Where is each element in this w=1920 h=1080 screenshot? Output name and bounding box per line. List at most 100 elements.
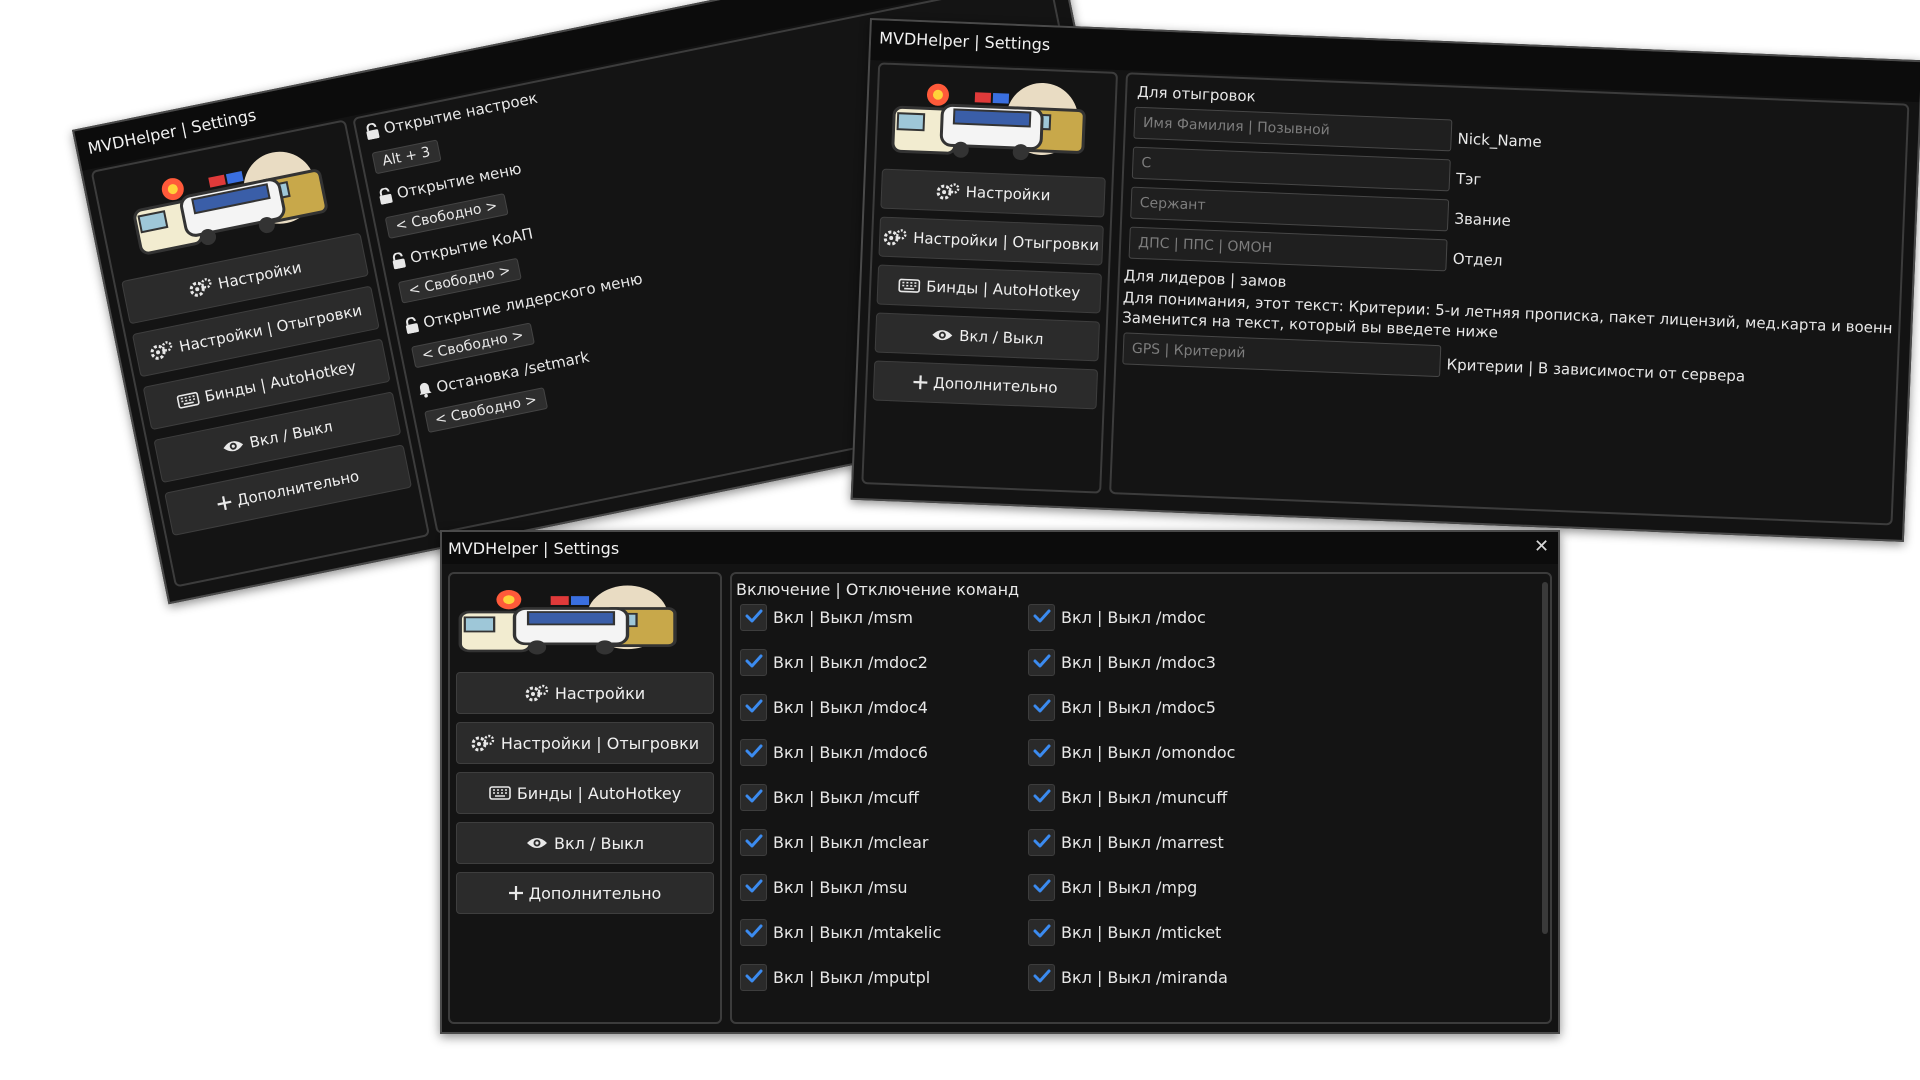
- command-label: Вкл | Выкл /msm: [773, 608, 913, 627]
- checkbox[interactable]: [1028, 649, 1055, 676]
- command-toggle[interactable]: Вкл | Выкл /mdoc2: [740, 649, 928, 676]
- nav-rp-settings-button[interactable]: Настройки | Отыгровки: [456, 722, 714, 764]
- check-icon: [1033, 608, 1051, 627]
- command-toggle[interactable]: Вкл | Выкл /mpg: [1028, 874, 1197, 901]
- nav-binds-label: Бинды | AutoHotkey: [203, 357, 358, 406]
- command-toggle[interactable]: Вкл | Выкл /msm: [740, 604, 913, 631]
- police-cars-logo: [458, 582, 684, 658]
- command-toggle[interactable]: Вкл | Выкл /mticket: [1028, 919, 1221, 946]
- window-title: MVDHelper | Settings: [448, 539, 620, 558]
- command-label: Вкл | Выкл /mdoc3: [1061, 653, 1216, 672]
- check-icon: [1033, 743, 1051, 762]
- leaders-section-title: Для лидеров | замов: [1123, 266, 1287, 291]
- command-toggle[interactable]: Вкл | Выкл /mdoc6: [740, 739, 928, 766]
- eye-icon: [526, 836, 548, 850]
- command-label: Вкл | Выкл /miranda: [1061, 968, 1228, 987]
- nav-extra-button[interactable]: Дополнительно: [872, 360, 1099, 410]
- settings-window-rp: MVDHelper | Settings ✕ Настройки Настрой…: [850, 18, 1920, 542]
- checkbox[interactable]: [1028, 694, 1055, 721]
- checkbox[interactable]: [740, 874, 767, 901]
- hotkey-button[interactable]: Alt + 3: [371, 139, 442, 175]
- checkbox[interactable]: [740, 829, 767, 856]
- checkbox[interactable]: [740, 784, 767, 811]
- checkbox[interactable]: [1028, 874, 1055, 901]
- criteria-input[interactable]: GPS | Критерий: [1122, 332, 1442, 378]
- command-toggle[interactable]: Вкл | Выкл /mclear: [740, 829, 928, 856]
- command-toggle[interactable]: Вкл | Выкл /marrest: [1028, 829, 1224, 856]
- nav-extra-label: Дополнительно: [235, 466, 361, 510]
- close-icon[interactable]: ✕: [1534, 536, 1549, 557]
- gears-icon: [471, 734, 495, 752]
- checkbox[interactable]: [740, 739, 767, 766]
- command-toggle[interactable]: Вкл | Выкл /mcuff: [740, 784, 919, 811]
- checkbox[interactable]: [1028, 604, 1055, 631]
- checkbox[interactable]: [740, 694, 767, 721]
- command-label: Вкл | Выкл /mdoc6: [773, 743, 928, 762]
- nav-extra-label: Дополнительно: [932, 373, 1058, 397]
- scrollbar[interactable]: [1542, 582, 1548, 934]
- nav-toggle-button[interactable]: Вкл / Выкл: [456, 822, 714, 864]
- rank-input[interactable]: Сержант: [1130, 186, 1450, 232]
- department-input[interactable]: ДПС | ППС | ОМОН: [1128, 226, 1448, 272]
- nav-binds-button[interactable]: Бинды | AutoHotkey: [456, 772, 714, 814]
- command-toggle[interactable]: Вкл | Выкл /mdoc4: [740, 694, 928, 721]
- command-toggle[interactable]: Вкл | Выкл /msu: [740, 874, 907, 901]
- nav-settings-label: Настройки: [965, 182, 1051, 205]
- check-icon: [745, 608, 763, 627]
- rank-label: Звание: [1454, 209, 1512, 230]
- checkbox[interactable]: [740, 919, 767, 946]
- nickname-input[interactable]: Имя Фамилия | Позывной: [1133, 106, 1453, 152]
- tag-label: Тэг: [1455, 169, 1482, 189]
- command-label: Вкл | Выкл /msu: [773, 878, 908, 897]
- nav-toggle-button[interactable]: Вкл / Выкл: [874, 312, 1101, 362]
- nav-binds-label: Бинды | AutoHotkey: [925, 277, 1081, 302]
- checkbox[interactable]: [740, 604, 767, 631]
- command-label: Вкл | Выкл /marrest: [1061, 833, 1224, 852]
- command-toggle[interactable]: Вкл | Выкл /mdoc: [1028, 604, 1206, 631]
- rp-settings-panel: Для отыгровок Имя Фамилия | Позывной Nic…: [1109, 72, 1910, 526]
- window-title: MVDHelper | Settings: [878, 28, 1051, 55]
- command-toggle[interactable]: Вкл | Выкл /mputpl: [740, 964, 930, 991]
- nav-extra-button[interactable]: Дополнительно: [456, 872, 714, 914]
- nav-settings-button[interactable]: Настройки: [880, 168, 1106, 218]
- check-icon: [1033, 698, 1051, 717]
- checkbox[interactable]: [740, 649, 767, 676]
- keyboard-icon: [898, 278, 921, 293]
- gears-icon: [883, 228, 908, 247]
- checkbox[interactable]: [1028, 919, 1055, 946]
- lock-icon: [364, 122, 381, 140]
- command-toggle[interactable]: Вкл | Выкл /miranda: [1028, 964, 1228, 991]
- check-icon: [1033, 833, 1051, 852]
- department-label: Отдел: [1452, 249, 1503, 270]
- command-label: Вкл | Выкл /mdoc5: [1061, 698, 1216, 717]
- check-icon: [745, 923, 763, 942]
- lock-icon: [377, 187, 394, 205]
- eye-icon: [931, 328, 954, 343]
- check-icon: [745, 698, 763, 717]
- check-icon: [1033, 968, 1051, 987]
- plus-icon: [913, 375, 928, 390]
- checkbox[interactable]: [1028, 829, 1055, 856]
- checkbox[interactable]: [1028, 739, 1055, 766]
- command-label: Вкл | Выкл /muncuff: [1061, 788, 1228, 807]
- command-toggle[interactable]: Вкл | Выкл /mtakelic: [740, 919, 941, 946]
- command-toggle[interactable]: Вкл | Выкл /muncuff: [1028, 784, 1227, 811]
- command-label: Вкл | Выкл /mputpl: [773, 968, 931, 987]
- keyboard-icon: [489, 786, 511, 800]
- checkbox[interactable]: [1028, 784, 1055, 811]
- checkbox[interactable]: [1028, 964, 1055, 991]
- command-toggle[interactable]: Вкл | Выкл /mdoc3: [1028, 649, 1216, 676]
- command-label: Вкл | Выкл /mcuff: [773, 788, 919, 807]
- command-toggle[interactable]: Вкл | Выкл /mdoc5: [1028, 694, 1216, 721]
- nav-rp-settings-button[interactable]: Настройки | Отыгровки: [878, 216, 1104, 266]
- title-bar[interactable]: MVDHelper | Settings ✕: [442, 532, 1558, 564]
- command-label: Вкл | Выкл /mticket: [1061, 923, 1222, 942]
- gears-icon: [148, 339, 175, 361]
- nav-binds-button[interactable]: Бинды | AutoHotkey: [876, 264, 1102, 314]
- nav-extra-label: Дополнительно: [528, 883, 662, 903]
- nav-settings-button[interactable]: Настройки: [456, 672, 714, 714]
- checkbox[interactable]: [740, 964, 767, 991]
- command-toggle[interactable]: Вкл | Выкл /omondoc: [1028, 739, 1235, 766]
- section-title: Для отыгровок: [1136, 82, 1257, 106]
- tag-input[interactable]: C: [1131, 146, 1451, 192]
